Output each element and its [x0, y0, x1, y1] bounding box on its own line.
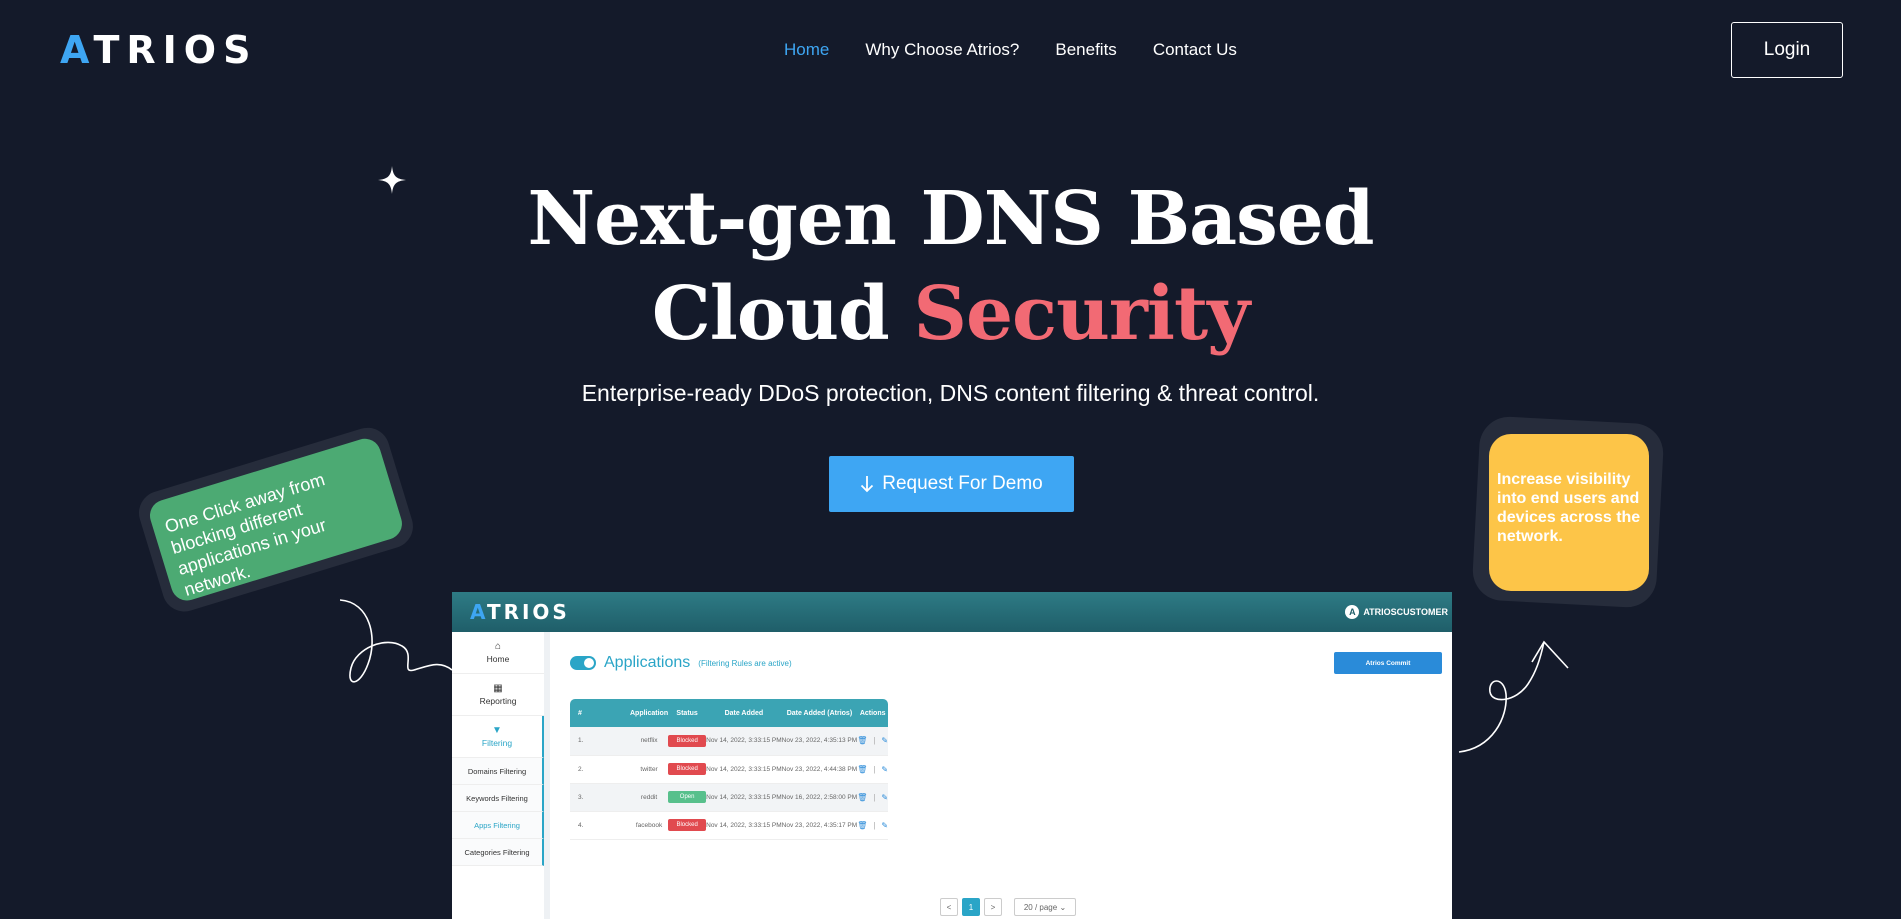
dashboard-main: Applications (Filtering Rules are active…	[570, 632, 1442, 919]
arrow-down-icon	[861, 476, 874, 493]
col-status: Status	[668, 699, 707, 727]
nav-why-choose[interactable]: Why Choose Atrios?	[865, 40, 1019, 60]
page-size-value: 20 / page	[1023, 902, 1058, 912]
logo-letter-a: A	[60, 28, 94, 72]
row-application: twitter	[630, 755, 669, 784]
status-badge[interactable]: Blocked	[668, 819, 707, 831]
chevron-down-icon: ⌄	[1059, 902, 1067, 912]
sidebar-item-label: Home	[486, 654, 510, 664]
row-date: Nov 14, 2022, 3:33:15 PM	[706, 811, 782, 840]
row-number: 3.	[570, 783, 630, 812]
row-date-atrios: Nov 23, 2022, 4:35:13 PM	[781, 727, 858, 756]
filter-icon: ▼	[492, 725, 502, 736]
hero-subtitle: Enterprise-ready DDoS protection, DNS co…	[581, 380, 1320, 406]
delete-icon[interactable]: 🗑	[857, 765, 867, 774]
home-icon: ⌂	[494, 641, 502, 652]
table-row: 3. reddit Open Nov 14, 2022, 3:33:15 PM …	[570, 783, 889, 812]
page-title: Applications	[604, 654, 691, 671]
login-button[interactable]: Login	[1731, 22, 1843, 78]
edit-icon[interactable]: ✎	[881, 765, 888, 774]
row-date-atrios: Nov 23, 2022, 4:35:17 PM	[781, 811, 858, 840]
sidebar-item-label: Reporting	[479, 696, 517, 706]
col-date-added-atrios: Date Added (Atrios)	[781, 699, 858, 727]
row-application: netflix	[630, 727, 669, 756]
table-row: 1. netflix Blocked Nov 14, 2022, 3:33:15…	[570, 727, 889, 756]
sidebar-sub-domains[interactable]: Domains Filtering	[452, 758, 544, 785]
edit-icon[interactable]: ✎	[881, 793, 888, 802]
pagination-page-1[interactable]: 1	[962, 898, 980, 916]
sidebar-item-home[interactable]: ⌂ Home	[452, 632, 544, 674]
pagination-next-button[interactable]: >	[984, 898, 1002, 916]
dashboard-user-menu[interactable]: A ATRIOSCUSTOMER	[1345, 605, 1448, 619]
dashboard-topbar: ATRIOS A ATRIOSCUSTOMER	[452, 592, 1452, 632]
atrios-logo[interactable]: ATRIOS	[60, 31, 257, 69]
delete-icon[interactable]: 🗑	[857, 821, 867, 830]
col-actions: Actions	[857, 699, 889, 727]
col-application: Application	[630, 699, 669, 727]
hero-title-line2: Cloud	[651, 271, 914, 357]
col-number: #	[570, 699, 630, 727]
hero-title: Next-gen DNS Based Cloud Security	[0, 172, 1901, 362]
sticker-one-click: One Click away from blocking different a…	[133, 422, 419, 617]
dashboard-preview: ATRIOS A ATRIOSCUSTOMER ⌂ Home ▦ Reporti…	[452, 592, 1452, 919]
pagination: < 1 > 20 / page ⌄	[940, 898, 1076, 916]
nav-benefits[interactable]: Benefits	[1055, 40, 1116, 60]
sidebar-item-filtering[interactable]: ▼ Filtering	[452, 716, 544, 758]
col-date-added: Date Added	[706, 699, 782, 727]
page-size-select[interactable]: 20 / page ⌄	[1014, 898, 1076, 916]
squiggle-left-decoration	[340, 599, 453, 683]
dashboard-user-name: ATRIOSCUSTOMER	[1363, 607, 1448, 617]
avatar: A	[1345, 605, 1360, 619]
row-number: 4.	[570, 811, 630, 840]
applications-table: # Application Status Date Added Date Add…	[570, 699, 889, 840]
dashboard-sidebar: ⌂ Home ▦ Reporting ▼ Filtering Domains F…	[452, 632, 550, 919]
delete-icon[interactable]: 🗑	[857, 793, 867, 802]
main-nav: Home Why Choose Atrios? Benefits Contact…	[784, 40, 1273, 60]
filtering-status-note: (Filtering Rules are active)	[698, 658, 792, 668]
request-demo-label: Request For Demo	[882, 473, 1043, 494]
logo-letters: TRIOS	[93, 28, 258, 72]
atrios-commit-button[interactable]: Atrios Commit	[1334, 652, 1442, 674]
table-row: 2. twitter Blocked Nov 14, 2022, 3:33:15…	[570, 755, 889, 784]
sticker-visibility-text: Increase visibility into end users and d…	[1489, 434, 1649, 591]
delete-icon[interactable]: 🗑	[857, 736, 867, 745]
dashboard-logo: ATRIOS	[470, 600, 570, 624]
hero-title-accent: Security	[913, 271, 1251, 357]
applications-header: Applications (Filtering Rules are active…	[570, 654, 792, 672]
row-date: Nov 14, 2022, 3:33:15 PM	[706, 727, 782, 756]
row-application: reddit	[630, 783, 669, 812]
nav-contact[interactable]: Contact Us	[1153, 40, 1237, 60]
status-badge[interactable]: Blocked	[668, 763, 707, 775]
sidebar-sub-apps[interactable]: Apps Filtering	[452, 812, 544, 839]
nav-home[interactable]: Home	[784, 40, 829, 60]
sidebar-sub-keywords[interactable]: Keywords Filtering	[452, 785, 544, 812]
sidebar-item-reporting[interactable]: ▦ Reporting	[452, 674, 544, 716]
hero-title-line1: Next-gen DNS Based	[527, 176, 1374, 262]
row-date-atrios: Nov 16, 2022, 2:58:00 PM	[781, 783, 858, 812]
status-badge[interactable]: Blocked	[668, 734, 707, 747]
row-number: 2.	[570, 755, 630, 784]
row-date: Nov 14, 2022, 3:33:15 PM	[706, 755, 782, 784]
request-demo-button[interactable]: Request For Demo	[829, 456, 1074, 512]
edit-icon[interactable]: ✎	[881, 736, 888, 745]
sidebar-item-label: Filtering	[481, 738, 513, 748]
row-number: 1.	[570, 727, 630, 756]
row-date: Nov 14, 2022, 3:33:15 PM	[706, 783, 782, 812]
filtering-toggle[interactable]	[570, 656, 596, 670]
row-date-atrios: Nov 23, 2022, 4:44:38 PM	[781, 755, 858, 784]
pagination-prev-button[interactable]: <	[940, 898, 958, 916]
squiggle-arrow-right-decoration	[1458, 640, 1569, 753]
status-badge[interactable]: Open	[668, 791, 707, 803]
table-row: 4. facebook Blocked Nov 14, 2022, 3:33:1…	[570, 811, 889, 840]
report-icon: ▦	[493, 683, 503, 694]
sidebar-sub-categories[interactable]: Categories Filtering	[452, 839, 544, 866]
edit-icon[interactable]: ✎	[881, 821, 888, 830]
row-application: facebook	[630, 811, 669, 840]
